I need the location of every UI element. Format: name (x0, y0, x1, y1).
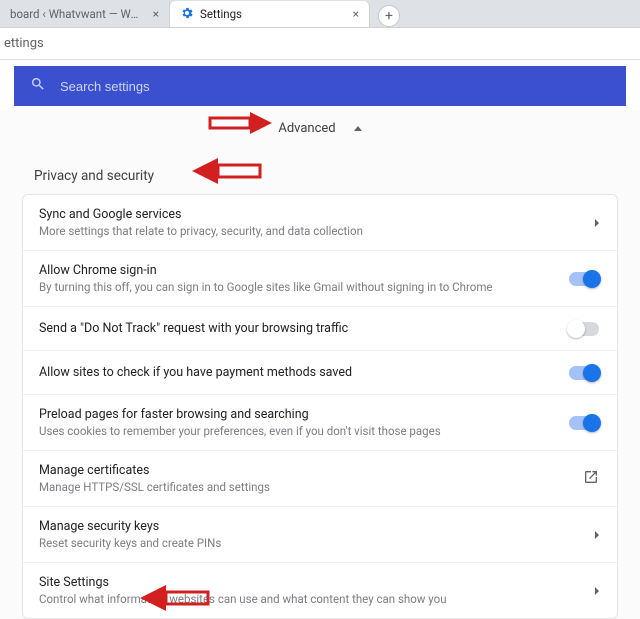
row-preload-pages[interactable]: Preload pages for faster browsing and se… (23, 394, 617, 450)
search-wrap (0, 60, 640, 106)
row-sub: Manage HTTPS/SSL certificates and settin… (39, 480, 573, 494)
row-sub: Reset security keys and create PINs (39, 536, 585, 550)
row-text: Allow Chrome sign-in By turning this off… (39, 263, 559, 294)
tab-strip: board ‹ Whatvwant — Word × Settings × + (0, 0, 640, 28)
chevron-up-icon (354, 126, 362, 131)
external-link-icon (583, 469, 599, 489)
search-bar[interactable] (14, 66, 626, 106)
advanced-label: Advanced (278, 121, 335, 136)
row-text: Preload pages for faster browsing and se… (39, 407, 559, 438)
row-title: Manage security keys (39, 519, 585, 534)
row-title: Sync and Google services (39, 207, 585, 222)
row-site-settings[interactable]: Site Settings Control what information w… (23, 562, 617, 618)
search-input[interactable] (60, 79, 610, 94)
tab-settings[interactable]: Settings × (170, 1, 370, 27)
tab-title: Settings (200, 7, 345, 21)
row-allow-chrome-signin[interactable]: Allow Chrome sign-in By turning this off… (23, 250, 617, 306)
chevron-right-icon (595, 531, 599, 539)
row-do-not-track[interactable]: Send a "Do Not Track" request with your … (23, 306, 617, 350)
section-title-privacy: Privacy and security (0, 146, 640, 194)
row-sub: Control what information websites can us… (39, 592, 585, 606)
row-title: Preload pages for faster browsing and se… (39, 407, 559, 422)
row-sub: More settings that relate to privacy, se… (39, 224, 585, 238)
tab-title: board ‹ Whatvwant — Word (10, 7, 145, 21)
advanced-toggle[interactable]: Advanced (0, 110, 640, 146)
row-text: Site Settings Control what information w… (39, 575, 585, 606)
row-title: Allow Chrome sign-in (39, 263, 559, 278)
tab-whatvwant[interactable]: board ‹ Whatvwant — Word × (0, 1, 170, 27)
row-sync-google-services[interactable]: Sync and Google services More settings t… (23, 195, 617, 250)
toggle-payment-methods[interactable] (569, 366, 599, 380)
row-text: Manage certificates Manage HTTPS/SSL cer… (39, 463, 573, 494)
toggle-do-not-track[interactable] (569, 322, 599, 336)
privacy-card: Sync and Google services More settings t… (22, 194, 618, 619)
page-title: ettings (0, 28, 640, 60)
gear-icon (180, 6, 194, 23)
chevron-right-icon (595, 587, 599, 595)
row-text: Send a "Do Not Track" request with your … (39, 321, 559, 336)
row-manage-certificates[interactable]: Manage certificates Manage HTTPS/SSL cer… (23, 450, 617, 506)
row-sub: Uses cookies to remember your preference… (39, 424, 559, 438)
row-sub: By turning this off, you can sign in to … (39, 280, 559, 294)
close-icon[interactable]: × (151, 7, 161, 21)
row-text: Allow sites to check if you have payment… (39, 365, 559, 380)
row-manage-security-keys[interactable]: Manage security keys Reset security keys… (23, 506, 617, 562)
toggle-allow-signin[interactable] (569, 272, 599, 286)
close-icon[interactable]: × (351, 7, 361, 21)
toggle-preload[interactable] (569, 416, 599, 430)
row-title: Manage certificates (39, 463, 573, 478)
search-icon (30, 76, 46, 96)
row-text: Sync and Google services More settings t… (39, 207, 585, 238)
row-text: Manage security keys Reset security keys… (39, 519, 585, 550)
row-title: Send a "Do Not Track" request with your … (39, 321, 559, 336)
chevron-right-icon (595, 219, 599, 227)
row-payment-methods[interactable]: Allow sites to check if you have payment… (23, 350, 617, 394)
new-tab-button[interactable]: + (378, 5, 400, 27)
row-title: Allow sites to check if you have payment… (39, 365, 559, 380)
row-title: Site Settings (39, 575, 585, 590)
